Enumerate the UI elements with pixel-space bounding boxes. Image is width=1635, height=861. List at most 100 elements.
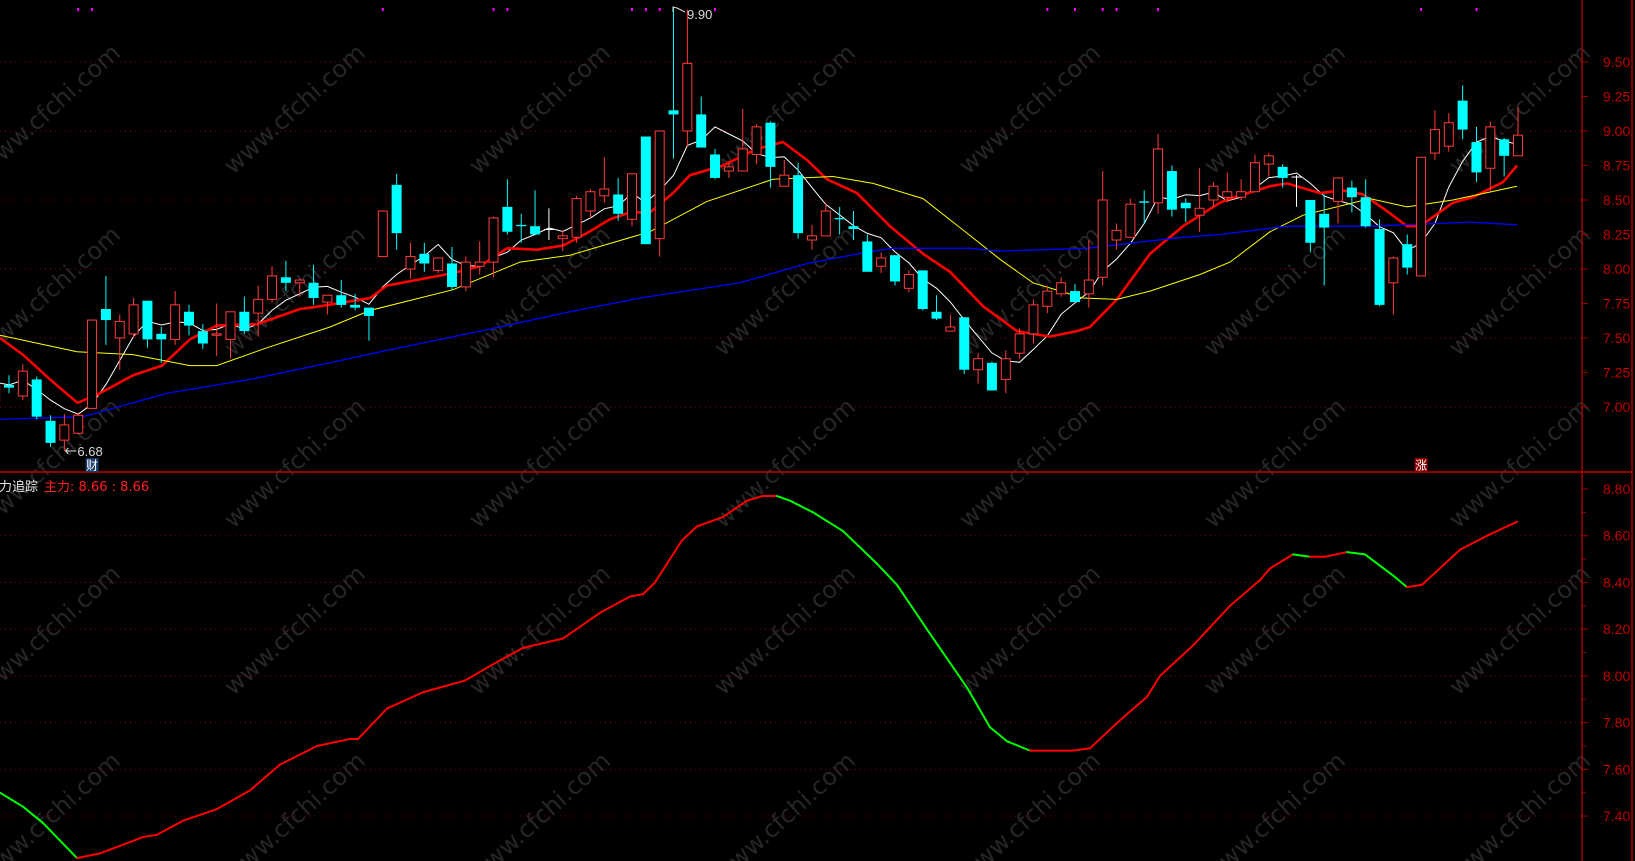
candle[interactable] — [433, 257, 444, 274]
candle[interactable] — [1236, 179, 1247, 200]
candle[interactable] — [945, 314, 956, 332]
candle-body — [405, 256, 416, 270]
candle[interactable] — [1333, 177, 1344, 224]
candle[interactable] — [668, 6, 679, 159]
candle[interactable] — [696, 96, 707, 148]
candle[interactable] — [73, 412, 84, 435]
candle[interactable] — [267, 266, 278, 303]
price-tick-label: 9.50 — [1603, 54, 1630, 70]
candle[interactable] — [931, 295, 942, 321]
candle[interactable] — [377, 210, 388, 258]
candle[interactable] — [876, 252, 887, 274]
candle[interactable] — [599, 157, 610, 203]
candle[interactable] — [1360, 179, 1371, 228]
candle[interactable] — [1028, 299, 1039, 344]
candle[interactable] — [820, 202, 831, 237]
candle[interactable] — [626, 173, 637, 227]
candle-body — [87, 319, 98, 409]
watermark-text: www.cfchi.com — [463, 392, 615, 533]
watermark-text: www.cfchi.com — [1443, 559, 1595, 700]
candle[interactable] — [917, 270, 928, 311]
candle[interactable] — [87, 319, 98, 409]
candle-body — [626, 173, 637, 220]
candle[interactable] — [1485, 121, 1496, 192]
finance-badge[interactable]: 财 — [85, 458, 99, 473]
candle[interactable] — [1291, 175, 1302, 207]
candle[interactable] — [170, 291, 181, 345]
candle[interactable] — [156, 326, 167, 363]
price-tick-label: 7.25 — [1603, 365, 1630, 381]
candle[interactable] — [488, 216, 499, 278]
candle[interactable] — [640, 136, 651, 245]
candle[interactable] — [363, 307, 374, 341]
candle[interactable] — [1249, 154, 1260, 193]
candle[interactable] — [779, 159, 790, 187]
candle[interactable] — [183, 304, 194, 336]
candle-body — [211, 333, 222, 336]
candle[interactable] — [751, 124, 762, 165]
candle[interactable] — [1457, 85, 1468, 140]
candle[interactable] — [405, 242, 416, 279]
candle[interactable] — [1416, 156, 1427, 277]
stock-chart[interactable]: www.cfchi.com www.cfchi.com www.cfchi.com w… — [0, 0, 1635, 861]
candle[interactable] — [986, 361, 997, 391]
candle[interactable] — [1153, 133, 1164, 214]
candle[interactable] — [1139, 190, 1150, 224]
candle[interactable] — [1000, 350, 1011, 394]
candle[interactable] — [239, 296, 250, 334]
candle[interactable] — [142, 300, 153, 348]
candle[interactable] — [1346, 180, 1357, 213]
indicator-line-segment — [1269, 553, 1295, 570]
candle[interactable] — [1388, 256, 1399, 315]
candle[interactable] — [1374, 219, 1385, 307]
candle[interactable] — [765, 121, 776, 188]
candle[interactable] — [1208, 182, 1219, 207]
candle[interactable] — [571, 195, 582, 243]
candle[interactable] — [654, 130, 665, 257]
price-tick-label: 7.75 — [1603, 296, 1630, 312]
candle[interactable] — [474, 241, 485, 275]
candle[interactable] — [959, 317, 970, 374]
candle-body — [322, 294, 333, 303]
candle[interactable] — [1166, 165, 1177, 217]
candle[interactable] — [391, 173, 402, 250]
limit-up-badge[interactable]: 涨 — [1414, 458, 1428, 473]
candle[interactable] — [1180, 198, 1191, 223]
candle[interactable] — [1069, 284, 1080, 303]
candle-body — [516, 224, 527, 227]
candle-body — [779, 174, 790, 187]
candle[interactable] — [890, 255, 901, 286]
candle-body — [945, 326, 956, 332]
candle[interactable] — [862, 234, 873, 272]
candle[interactable] — [1097, 171, 1108, 286]
candle[interactable] — [1125, 198, 1136, 238]
candle[interactable] — [460, 256, 471, 292]
candle-body — [294, 279, 305, 284]
candle[interactable] — [682, 9, 693, 147]
candle[interactable] — [128, 297, 139, 338]
candle[interactable] — [1499, 137, 1510, 177]
candle[interactable] — [1443, 113, 1454, 152]
indicator-title[interactable]: 主力追踪主力: 8.66 : 8.66 — [0, 480, 149, 496]
indicator-line-segment — [1346, 551, 1367, 556]
candle[interactable] — [903, 270, 914, 293]
candle[interactable] — [419, 242, 430, 272]
top-marker — [492, 8, 495, 11]
candle[interactable] — [1429, 110, 1440, 160]
candle[interactable] — [447, 246, 458, 290]
candle[interactable] — [100, 275, 111, 345]
candle[interactable] — [530, 190, 541, 235]
candle-body — [1457, 100, 1468, 130]
candle[interactable] — [502, 179, 513, 235]
candle[interactable] — [1194, 168, 1205, 232]
candle[interactable] — [197, 324, 208, 350]
candle[interactable] — [17, 364, 28, 401]
candle[interactable] — [1263, 153, 1274, 177]
candle[interactable] — [585, 188, 596, 218]
watermark-text: www.cfchi.com — [1443, 392, 1595, 533]
candle-body — [59, 424, 70, 441]
candle[interactable] — [31, 376, 42, 420]
candle[interactable] — [45, 415, 56, 448]
candle[interactable] — [543, 208, 554, 241]
candle[interactable] — [114, 314, 125, 370]
